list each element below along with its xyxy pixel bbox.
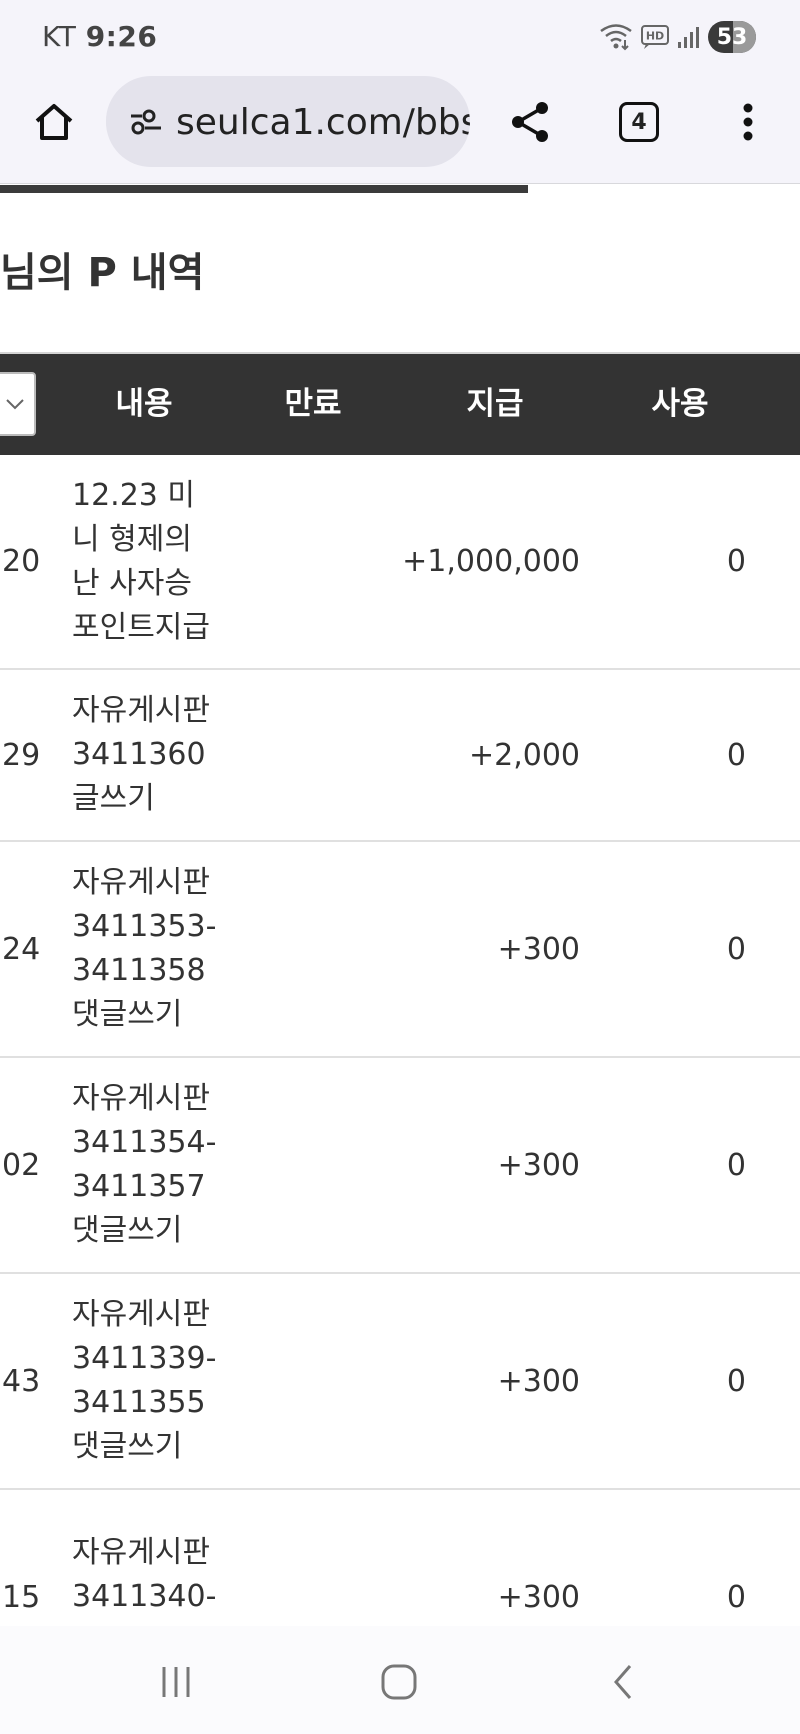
recent-apps-icon [162,1667,190,1697]
share-icon [512,102,548,142]
row-description: 자유게시판 3411340- 3411346 [72,1535,217,1626]
status-icons: HD 53 [598,20,756,54]
table-row: 24 자유게시판 3411353- 3411358 댓글쓰기 +300 0 [0,842,800,1058]
table-header: 내용 만료 지급 사용 [0,354,800,455]
home-button[interactable] [28,96,80,148]
row-description: 자유게시판 3411354- 3411357 댓글쓰기 [72,1081,217,1248]
battery-icon: 53 [708,21,756,53]
row-id: 15 [2,1579,41,1615]
back-icon [614,1665,632,1699]
row-paid: +300 [497,931,580,967]
system-nav-bar [0,1626,800,1734]
url-text[interactable]: seulca1.com/bbs [176,102,470,143]
home-nav-icon [381,1664,417,1700]
status-time: KT 9:26 [42,20,157,53]
home-icon [35,104,73,140]
table-row: 20 12.23 미 니 형제의 난 사자승 포인트지급 +1,000,000 … [0,455,800,670]
chevron-down-icon [6,399,24,410]
url-field[interactable]: seulca1.com/bbs [106,77,470,167]
row-used: 0 [726,1363,746,1399]
row-paid: +300 [497,1579,580,1615]
more-menu-button[interactable] [728,96,768,148]
back-button[interactable] [594,1654,654,1710]
row-description: 자유게시판 3411353- 3411358 댓글쓰기 [72,865,217,1032]
tab-count: 4 [631,109,647,135]
row-id: 24 [2,931,41,967]
row-paid: +2,000 [468,737,580,773]
hd-voice-icon: HD [641,25,669,49]
row-id: 29 [2,737,41,773]
row-id: 43 [2,1363,41,1399]
page-load-progress-fill [0,185,528,193]
column-header-used: 사용 [651,386,709,422]
row-id: 02 [2,1147,41,1183]
row-paid: +300 [497,1147,580,1183]
tabs-button[interactable]: 4 [619,102,659,142]
more-menu-icon [743,103,753,141]
signal-icon [678,27,699,48]
page-load-progress [0,185,800,193]
battery-level: 53 [716,24,748,50]
column-header-expire: 만료 [284,386,342,422]
clock: 9:26 [85,20,158,53]
table-body: 20 12.23 미 니 형제의 난 사자승 포인트지급 +1,000,000 … [0,455,800,1626]
table-row: 43 자유게시판 3411339- 3411355 댓글쓰기 +300 0 [0,1274,800,1490]
page-title: 님의 P 내역 [0,250,205,296]
status-bar: KT 9:26 HD 53 [0,0,800,76]
table-row: 02 자유게시판 3411354- 3411357 댓글쓰기 +300 0 [0,1058,800,1274]
row-select-dropdown[interactable] [0,372,36,436]
row-description: 12.23 미 니 형제의 난 사자승 포인트지급 [72,477,210,645]
svg-text:HD: HD [646,30,664,43]
row-used: 0 [726,544,746,579]
row-id: 20 [2,544,41,579]
column-header-paid: 지급 [466,386,524,422]
share-button[interactable] [504,96,556,148]
recent-apps-button[interactable] [146,1654,206,1710]
site-info-icon[interactable] [126,102,166,142]
home-nav-button[interactable] [369,1654,429,1710]
row-used: 0 [726,1579,746,1615]
table-row: 15 자유게시판 3411340- 3411346 +300 0 [0,1490,800,1626]
row-paid: +300 [497,1363,580,1399]
row-description: 자유게시판 3411339- 3411355 댓글쓰기 [72,1297,217,1464]
row-paid: +1,000,000 [402,544,580,579]
column-header-content: 내용 [115,386,173,422]
row-used: 0 [726,737,746,773]
row-used: 0 [726,1147,746,1183]
carrier-label: KT [42,20,77,53]
table-row: 29 자유게시판 3411360 글쓰기 +2,000 0 [0,670,800,842]
row-used: 0 [726,931,746,967]
row-description: 자유게시판 3411360 글쓰기 [72,693,210,816]
wifi-calling-icon [600,24,632,51]
